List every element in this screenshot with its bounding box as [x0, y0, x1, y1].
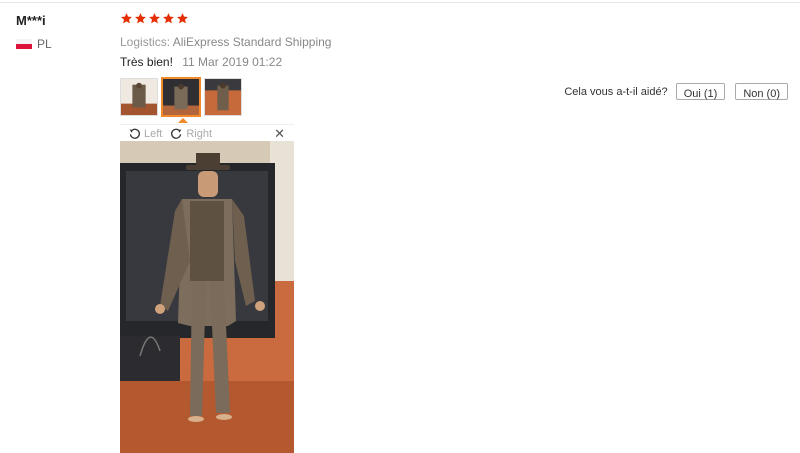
star-icon — [162, 12, 175, 25]
star-icon — [148, 12, 161, 25]
review-thumbnails — [120, 78, 242, 116]
image-viewer-toolbar: Left Right ✕ — [120, 124, 294, 142]
review-thumbnail[interactable] — [204, 78, 242, 116]
review-thumbnail[interactable] — [120, 78, 158, 116]
reviewer-country: PL — [16, 37, 52, 51]
star-icon — [120, 12, 133, 25]
figure-thumbnail-image — [205, 79, 241, 115]
action-figure-photo — [120, 141, 294, 453]
figure-thumbnail-image — [163, 79, 199, 115]
poland-flag-icon — [16, 39, 32, 49]
star-icon — [176, 12, 189, 25]
feedback-line: Très bien! 11 Mar 2019 01:22 — [120, 55, 282, 69]
rotate-left-label: Left — [144, 127, 163, 140]
review-thumbnail-selected[interactable] — [162, 78, 200, 116]
rotate-left-button[interactable]: Left — [128, 127, 162, 140]
feedback-comment: Très bien! — [120, 55, 173, 69]
helpful-question: Cela vous a-t-il aidé? — [564, 85, 668, 98]
rotate-right-icon — [171, 128, 182, 139]
rotate-left-icon — [129, 128, 140, 139]
logistics-info: Logistics: AliExpress Standard Shipping — [120, 35, 331, 49]
logistics-value: AliExpress Standard Shipping — [172, 35, 332, 49]
vote-no-button[interactable]: Non (0) — [735, 83, 788, 100]
feedback-date: 11 Mar 2019 01:22 — [182, 55, 283, 69]
vote-yes-button[interactable]: Oui (1) — [675, 83, 726, 100]
selected-thumbnail-caret — [178, 118, 188, 123]
reviewer-name: M***i — [16, 13, 46, 28]
close-icon[interactable]: ✕ — [274, 127, 285, 140]
helpful-vote: Cela vous a-t-il aidé? Oui (1) Non (0) — [564, 83, 788, 100]
star-rating — [120, 12, 189, 25]
star-icon — [134, 12, 147, 25]
rotate-right-label: Right — [186, 127, 213, 140]
rotate-right-button[interactable]: Right — [170, 127, 212, 140]
figure-thumbnail-image — [121, 79, 157, 115]
country-code: PL — [37, 37, 52, 51]
review-photo-large — [120, 141, 294, 453]
top-divider — [0, 2, 800, 3]
logistics-label: Logistics: — [120, 35, 171, 49]
